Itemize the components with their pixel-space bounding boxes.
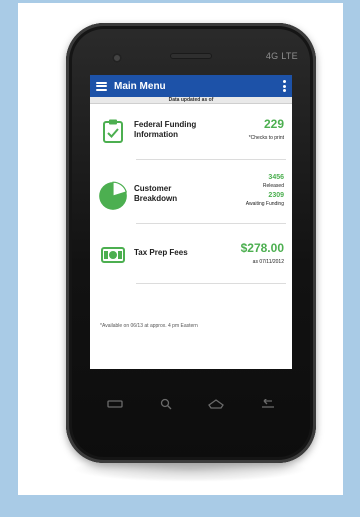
phone-screen: Main Menu Data updated as of Federal Fun… bbox=[90, 75, 292, 369]
right-frame-band bbox=[343, 0, 360, 517]
speaker-grille bbox=[170, 53, 212, 59]
bottom-frame-band bbox=[18, 495, 343, 517]
released-label: Released bbox=[262, 183, 284, 189]
tax-prep-fees-label: Tax Prep Fees bbox=[134, 248, 188, 257]
clipboard-icon bbox=[103, 119, 123, 143]
customer-breakdown-label: Customer Breakdown bbox=[134, 184, 178, 203]
navigation-bar bbox=[90, 385, 292, 423]
network-label: 4G LTE bbox=[265, 51, 298, 61]
federal-funding-label: Federal Funding Information bbox=[134, 120, 197, 139]
footnote: *Available on 06/13 at approx. 4 pm East… bbox=[100, 323, 198, 329]
app-title: Main Menu bbox=[114, 80, 166, 92]
federal-funding-value: 229 bbox=[263, 117, 284, 131]
pie-chart-icon bbox=[99, 181, 127, 210]
recent-apps-icon[interactable] bbox=[106, 399, 124, 409]
tax-prep-fees-date: as 07/11/2012 bbox=[252, 259, 284, 265]
search-icon[interactable] bbox=[157, 398, 175, 410]
awaiting-funding-value: 2309 bbox=[268, 192, 284, 199]
camera-icon bbox=[112, 53, 122, 63]
row-divider bbox=[136, 283, 286, 284]
tax-prep-fees-row[interactable]: Tax Prep Fees $278.00 as 07/11/2012 bbox=[90, 228, 292, 284]
left-frame-band bbox=[0, 0, 18, 517]
hamburger-menu-icon[interactable] bbox=[96, 81, 107, 91]
overflow-menu-icon[interactable] bbox=[283, 80, 286, 92]
federal-funding-sub: *Checks to print bbox=[248, 135, 284, 141]
row-divider bbox=[136, 159, 286, 160]
row-divider bbox=[136, 223, 286, 224]
released-value: 3456 bbox=[268, 174, 284, 181]
dollar-bill-icon bbox=[101, 247, 125, 263]
phone-device: 4G LTE Main Menu Data updated as of Fede… bbox=[66, 23, 316, 463]
back-icon[interactable] bbox=[258, 399, 276, 409]
app-bar: Main Menu bbox=[90, 75, 292, 97]
top-frame-band bbox=[18, 0, 343, 3]
awaiting-funding-label: Awaiting Funding bbox=[245, 201, 284, 207]
home-icon[interactable] bbox=[207, 399, 225, 409]
date-updated-bar: Data updated as of bbox=[90, 97, 292, 104]
customer-breakdown-row[interactable]: Customer Breakdown 3456 Released 2309 Aw… bbox=[90, 168, 292, 224]
federal-funding-row[interactable]: Federal Funding Information 229 *Checks … bbox=[90, 104, 292, 160]
tax-prep-fees-value: $278.00 bbox=[240, 241, 284, 255]
